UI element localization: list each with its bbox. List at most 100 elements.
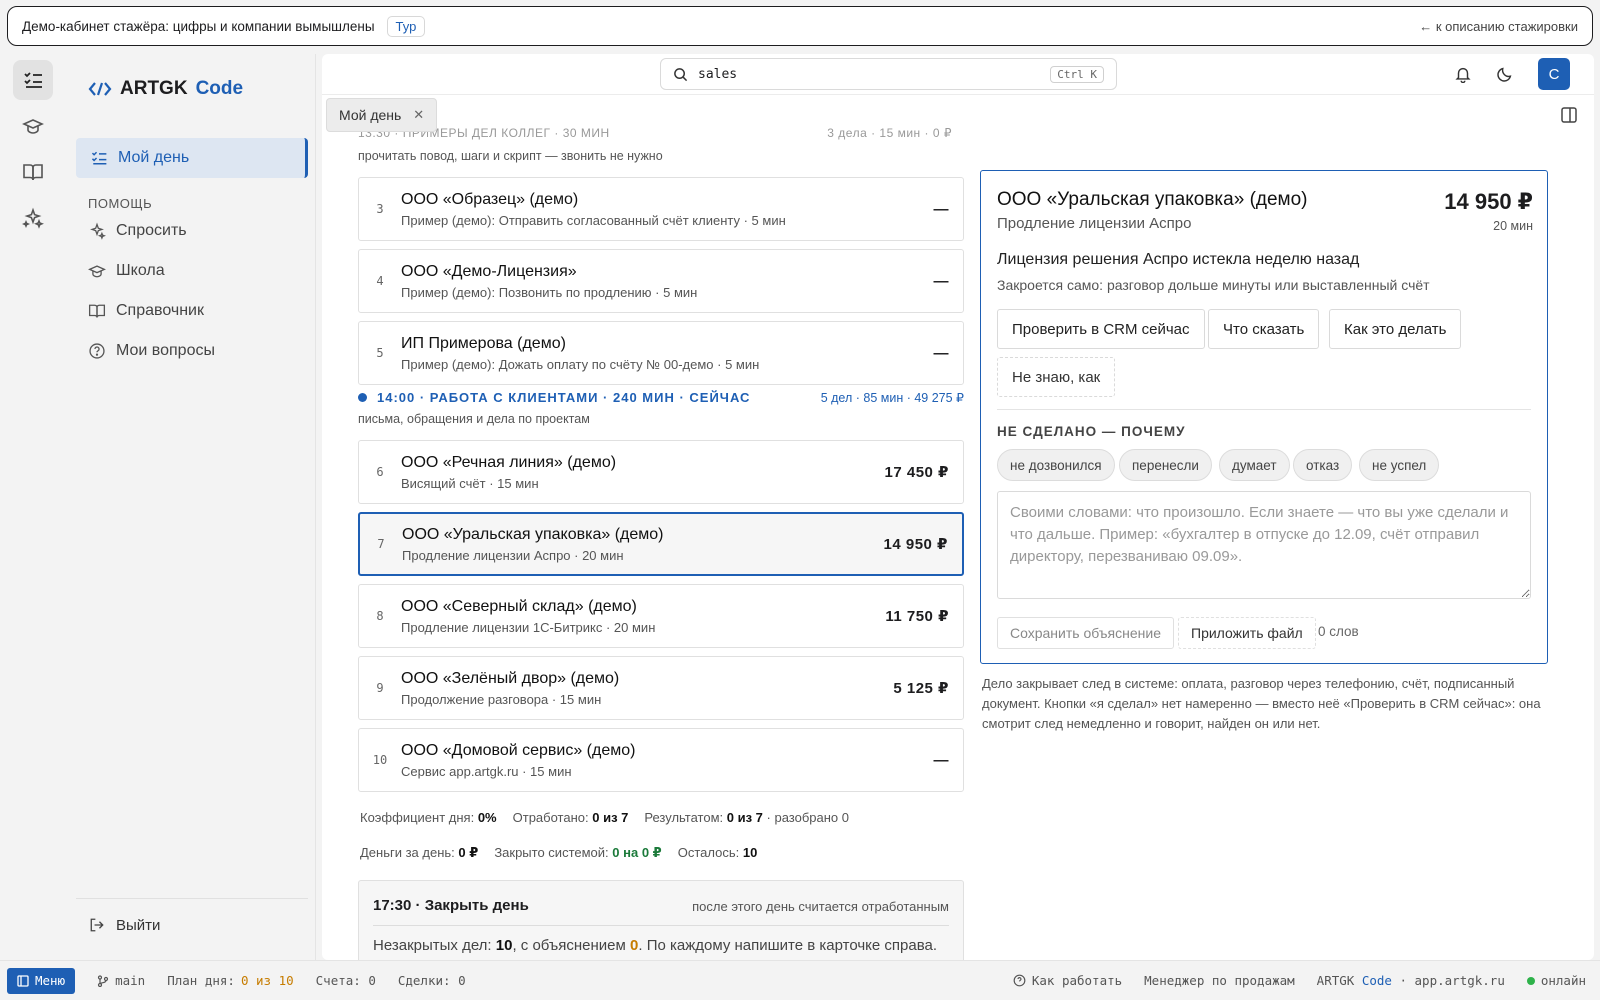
detail-amount: 14 950 ₽: [1444, 189, 1533, 214]
sidebar-item-reference[interactable]: Справочник: [88, 302, 204, 320]
sidebar-item-my-questions[interactable]: Мои вопросы: [88, 342, 215, 360]
deals-indicator: Сделки: 0: [397, 973, 466, 988]
rail-my-day-icon[interactable]: [13, 60, 53, 100]
task-amount: 5 125 ₽: [893, 680, 949, 697]
detail-minutes: 20 мин: [1493, 219, 1533, 233]
group-title: 14:00 · РАБОТА С КЛИЕНТАМИ · 240 МИН · С…: [377, 390, 751, 405]
task-number: 4: [376, 274, 384, 288]
reason-chip-refusal[interactable]: отказ: [1293, 449, 1353, 481]
back-to-internship-link[interactable]: ← к описанию стажировки: [1419, 19, 1578, 34]
task-card[interactable]: 6 ООО «Речная линия» (демо) Висящий счёт …: [358, 440, 964, 504]
close-day-title: 17:30 · Закрыть день: [373, 897, 529, 914]
task-name: ООО «Демо-Лицензия»: [401, 262, 577, 280]
moon-icon[interactable]: [1496, 65, 1514, 83]
task-name: ООО «Северный склад» (демо): [401, 597, 637, 615]
task-amount: —: [933, 751, 949, 769]
how-to-work-link[interactable]: Как работать: [1013, 973, 1122, 988]
detail-subtitle: Продление лицензии Аспро: [997, 215, 1192, 232]
task-name: ООО «Образец» (демо): [401, 190, 579, 208]
explanation-textarea[interactable]: [997, 491, 1531, 599]
done-label: Отработано:: [512, 810, 589, 825]
attach-file-button[interactable]: Приложить файл: [1178, 617, 1316, 649]
task-card[interactable]: 3 ООО «Образец» (демо) Пример (демо): Отп…: [358, 177, 964, 241]
icon-rail: [6, 54, 66, 942]
status-bar: Меню main План дня: 0 из 10 Счета: 0 Сде…: [0, 960, 1600, 1000]
explained-label: , с объяснением: [512, 937, 626, 954]
task-detail-panel: ООО «Уральская упаковка» (демо) Продлени…: [980, 170, 1548, 664]
rail-school-icon[interactable]: [13, 106, 53, 146]
book-icon: [88, 304, 106, 318]
plan-indicator: План дня: 0 из 10: [167, 973, 293, 988]
faded-group-header: 13:30 · ПРИМЕРЫ ДЕЛ КОЛЛЕГ · 30 МИН 3 де…: [358, 126, 952, 140]
tour-button[interactable]: Тур: [386, 15, 426, 37]
reason-chip-thinking[interactable]: думает: [1219, 449, 1290, 481]
money-label: Деньги за день:: [360, 845, 455, 860]
result-value: 0 из 7: [726, 810, 763, 825]
rail-sparkle-icon[interactable]: [13, 198, 53, 238]
online-status: онлайн: [1526, 973, 1586, 988]
search-input[interactable]: sales: [698, 67, 737, 82]
open-tasks-count: 10: [495, 937, 513, 954]
task-card[interactable]: 5 ИП Примерова (демо) Пример (демо): Дожа…: [358, 321, 964, 385]
plan-label: План дня:: [167, 973, 235, 988]
sidebar-item-label: Спросить: [116, 222, 187, 239]
help-section-title: ПОМОЩЬ: [88, 196, 153, 211]
task-card[interactable]: 4 ООО «Демо-Лицензия» Пример (демо): Позв…: [358, 249, 964, 313]
avatar[interactable]: С: [1538, 58, 1570, 90]
task-number: 9: [376, 681, 384, 695]
task-name: ИП Примерова (демо): [401, 334, 566, 352]
rail-book-icon[interactable]: [13, 152, 53, 192]
done-value: 0 из 7: [592, 810, 629, 825]
task-amount: 11 750 ₽: [885, 608, 949, 625]
close-tab-icon[interactable]: ✕: [413, 107, 424, 123]
detail-footnote: Дело закрывает след в системе: оплата, р…: [982, 676, 1541, 731]
demo-banner-text: Демо-кабинет стажёра: цифры и компании в…: [22, 18, 375, 34]
sidebar-divider: [76, 898, 308, 899]
reason-chip-rescheduled[interactable]: перенесли: [1119, 449, 1212, 481]
what-to-say-button[interactable]: Что сказать: [1208, 309, 1320, 349]
bell-icon[interactable]: [1454, 65, 1472, 83]
online-label: онлайн: [1540, 973, 1586, 988]
task-card[interactable]: 9 ООО «Зелёный двор» (демо) Продолжение р…: [358, 656, 964, 720]
check-crm-button[interactable]: Проверить в CRM сейчас: [997, 309, 1205, 349]
task-card[interactable]: 10 ООО «Домовой сервис» (демо) Сервис app…: [358, 728, 964, 792]
sidebar-item-ask[interactable]: Спросить: [88, 222, 187, 240]
sidebar-panel-icon: [17, 974, 29, 987]
search-shortcut: Ctrl K: [1050, 65, 1104, 83]
question-circle-icon: [1013, 974, 1026, 987]
demo-banner: Демо-кабинет стажёра: цифры и компании в…: [7, 6, 1593, 46]
sidebar-item-school[interactable]: Школа: [88, 262, 165, 280]
plan-value: 0 из 10: [240, 973, 294, 988]
panel-toggle-icon[interactable]: [1560, 106, 1578, 127]
branch-name: main: [115, 973, 146, 988]
task-amount: 17 450 ₽: [884, 464, 949, 481]
task-number: 3: [376, 202, 384, 216]
money-stats-row: Деньги за день: 0 ₽ Закрыто системой: 0 …: [360, 845, 757, 861]
top-actions: С: [1454, 58, 1570, 90]
task-name: ООО «Уральская упаковка» (демо): [402, 525, 664, 543]
task-card-selected[interactable]: 7 ООО «Уральская упаковка» (демо) Продлен…: [358, 512, 964, 576]
not-done-label: НЕ СДЕЛАНО — ПОЧЕМУ: [997, 424, 1186, 439]
header-divider: [322, 94, 1594, 95]
save-explanation-button[interactable]: Сохранить объяснение: [997, 617, 1174, 649]
group-header-now: 14:00 · РАБОТА С КЛИЕНТАМИ · 240 МИН · С…: [358, 390, 964, 405]
brand-logo[interactable]: ARTGK Code: [88, 78, 243, 100]
day-stats-row: Коэффициент дня: 0% Отработано: 0 из 7 Р…: [360, 810, 849, 825]
detail-divider: [997, 409, 1531, 410]
task-card[interactable]: 8 ООО «Северный склад» (демо) Продление л…: [358, 584, 964, 648]
coef-value: 0%: [477, 810, 497, 825]
search-box[interactable]: sales Ctrl K: [660, 58, 1117, 90]
logout-button[interactable]: Выйти: [88, 916, 160, 934]
graduation-cap-icon: [88, 265, 106, 278]
menu-button[interactable]: Меню: [7, 967, 76, 994]
tab-my-day[interactable]: Мой день ✕: [326, 98, 438, 132]
logout-icon: [90, 918, 104, 932]
how-to-do-button[interactable]: Как это делать: [1329, 309, 1462, 349]
dont-know-button[interactable]: Не знаю, как: [997, 357, 1116, 397]
close-day-body: Незакрытых дел: 10, с объяснением 0. По …: [373, 937, 937, 954]
reason-chip-no-answer[interactable]: не дозвонился: [997, 449, 1115, 481]
reason-chip-no-time[interactable]: не успел: [1359, 449, 1440, 481]
task-name: ООО «Домовой сервис» (демо): [401, 741, 636, 759]
sidebar-item-my-day[interactable]: Мой день: [76, 138, 308, 178]
money-value: 0 ₽: [458, 845, 479, 860]
